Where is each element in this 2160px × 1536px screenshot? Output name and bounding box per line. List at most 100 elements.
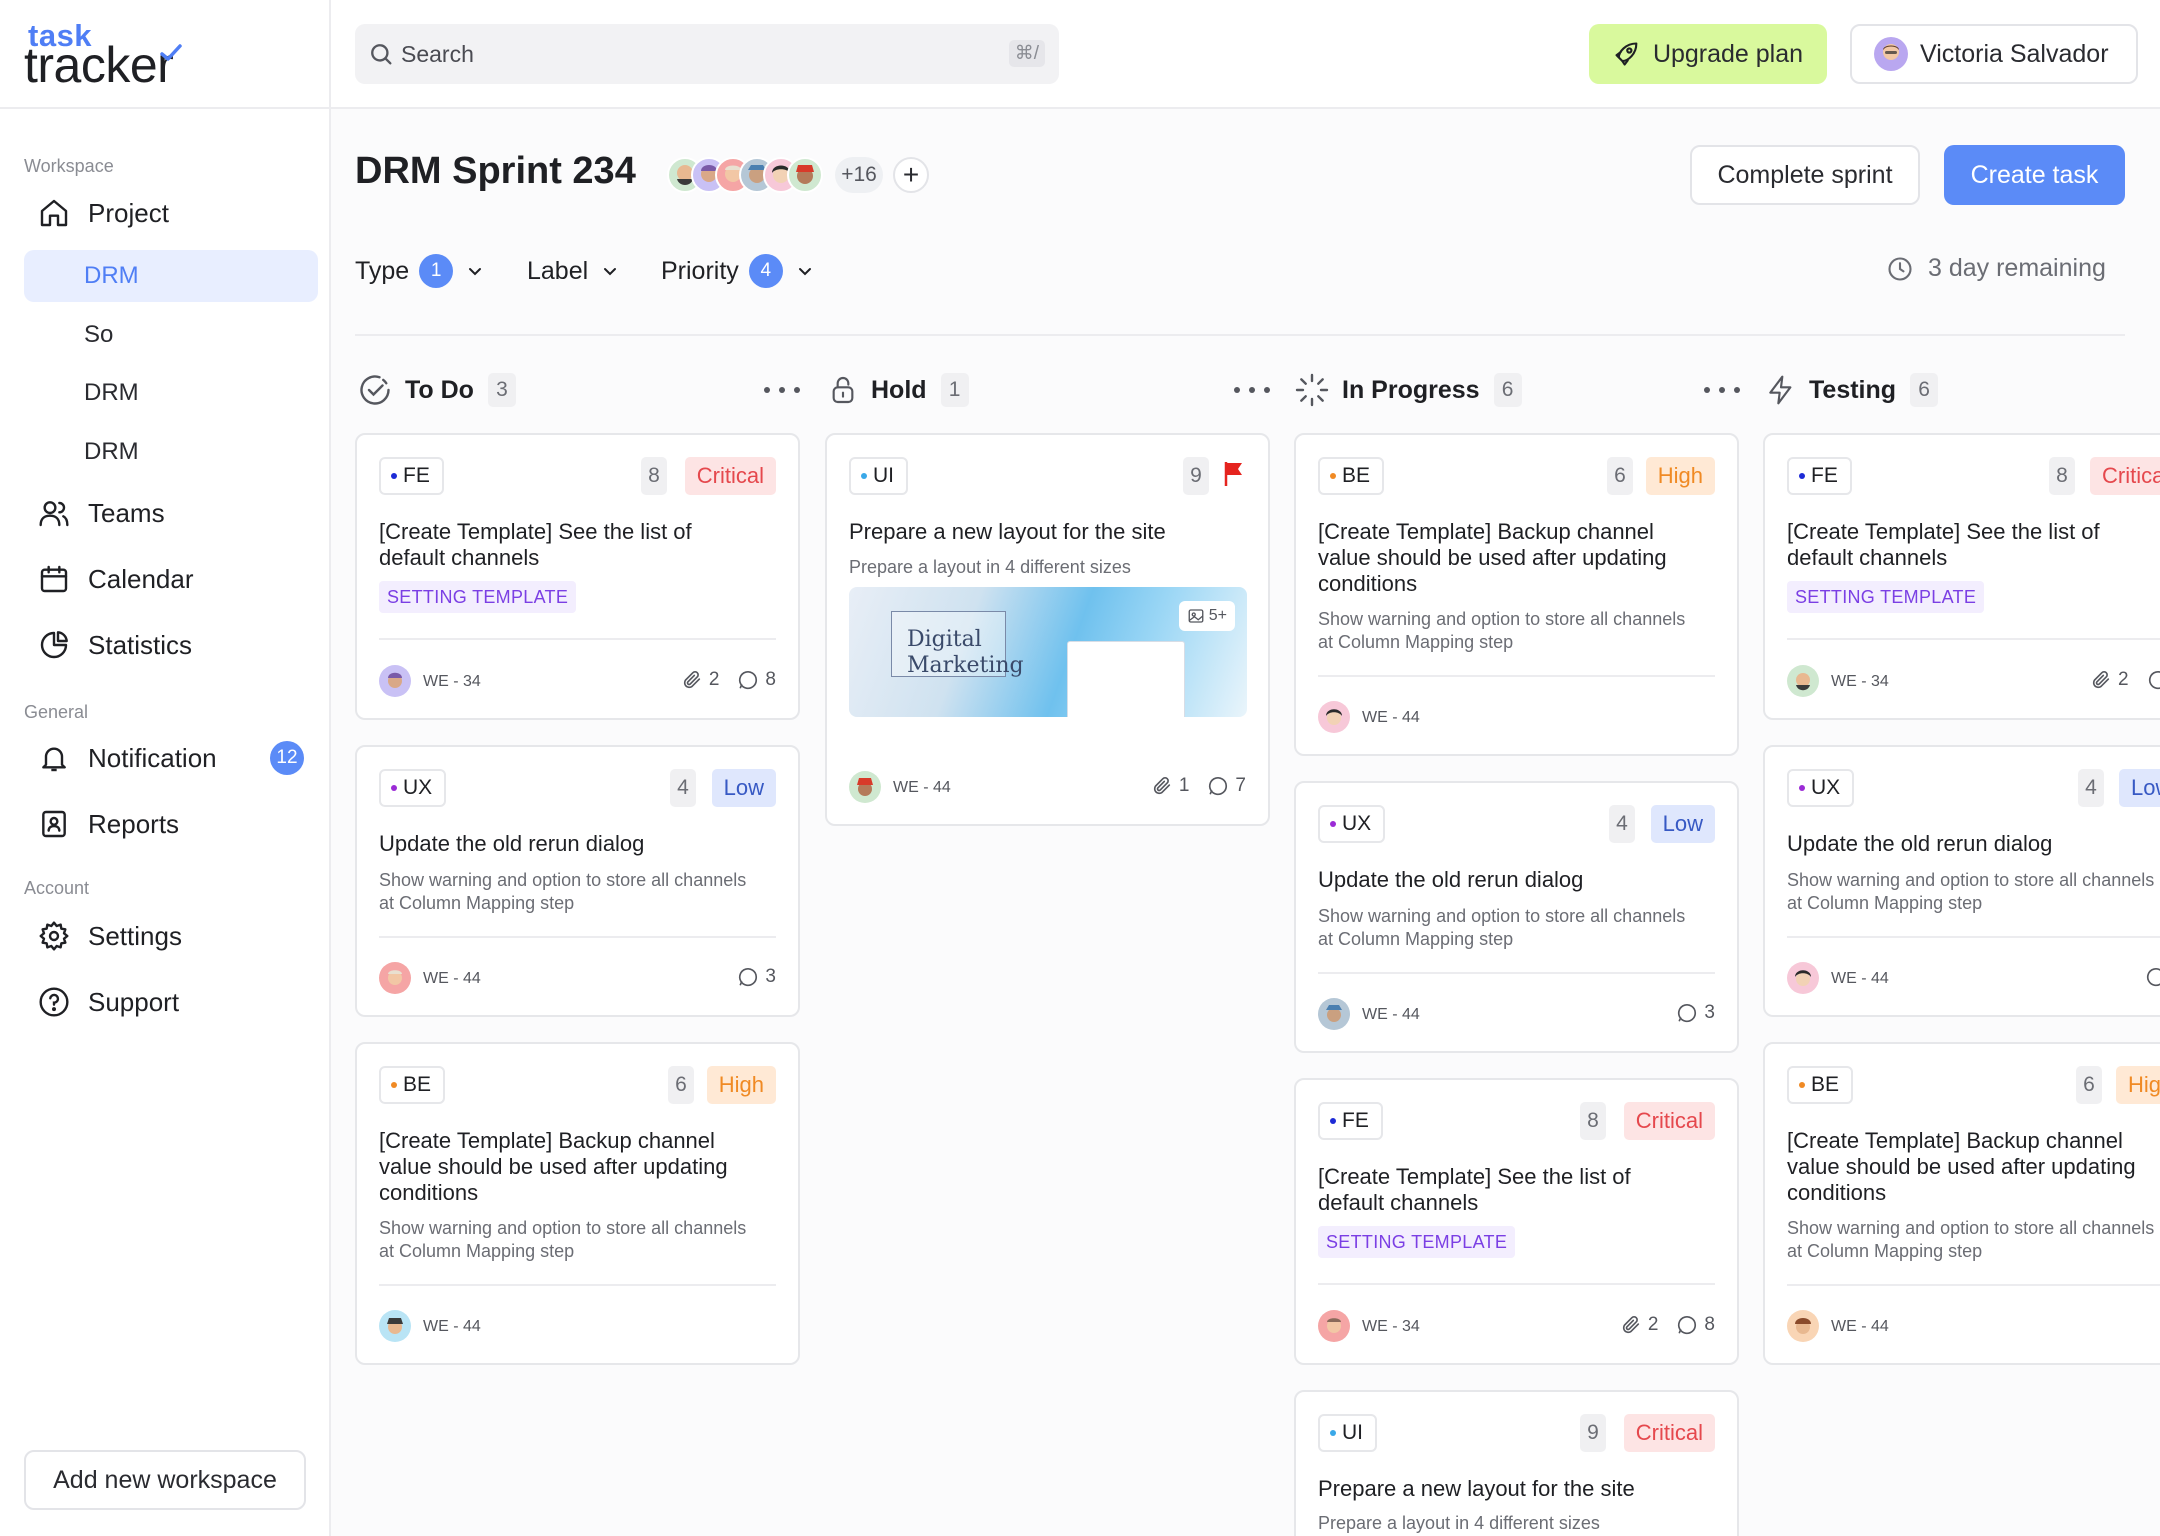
priority-badge: High	[706, 1066, 776, 1104]
user-menu-button[interactable]: Victoria Salvador	[1850, 24, 2138, 84]
member-avatars[interactable]: +16 +	[667, 155, 929, 195]
story-points: 9	[1183, 457, 1209, 495]
paperclip-icon	[1622, 1315, 1640, 1334]
task-image-preview[interactable]: Digital Marketing 5+	[849, 587, 1247, 717]
task-id: WE - 44	[423, 970, 481, 987]
add-workspace-button[interactable]: Add new workspace	[24, 1450, 306, 1510]
column-menu-icon[interactable]	[764, 380, 800, 400]
notification-count-badge: 12	[270, 741, 304, 775]
task-title: [Create Template] See the list of default…	[1787, 519, 2100, 570]
search-input[interactable]	[401, 40, 961, 68]
card-divider	[1787, 638, 2160, 640]
nav-support[interactable]: Support	[24, 976, 318, 1028]
task-tag: UI	[849, 457, 908, 495]
card-divider	[379, 936, 776, 938]
task-card[interactable]: FE 8 Critical [Create Template] See the …	[355, 433, 800, 720]
column-menu-icon[interactable]	[1704, 380, 1740, 400]
user-avatar	[1874, 37, 1908, 71]
card-meta: 1 7	[1133, 775, 1246, 797]
more-members-count[interactable]: +16	[835, 157, 883, 193]
topbar: ⌘/ Upgrade plan Victoria Salvador	[331, 0, 2160, 109]
complete-sprint-button[interactable]: Complete sprint	[1690, 145, 1920, 205]
general-label: General	[24, 702, 89, 722]
filter-label[interactable]: Label	[527, 251, 620, 291]
task-card[interactable]: FE 8 Critical [Create Template] See the …	[1294, 1078, 1739, 1365]
column-header-todo: To Do 3	[357, 370, 516, 410]
filter-priority-count: 4	[748, 254, 783, 288]
nav-project[interactable]: Project	[24, 187, 318, 239]
nav-calendar[interactable]: Calendar	[24, 553, 318, 605]
card-divider	[379, 1284, 776, 1286]
member-avatar	[787, 157, 823, 193]
task-card[interactable]: UX 4 Low Update the old rerun dialog Sho…	[1294, 781, 1739, 1053]
nav-teams[interactable]: Teams	[24, 487, 318, 539]
task-id: WE - 44	[1362, 1006, 1420, 1023]
task-card[interactable]: UX 4 Low Update the old rerun dialog Sho…	[1763, 745, 2160, 1017]
check-icon	[160, 44, 182, 61]
filter-type[interactable]: Type 1	[355, 251, 485, 291]
task-tag: UX	[379, 769, 447, 807]
card-divider	[1318, 675, 1715, 677]
task-card[interactable]: UI 9 Critical Prepare a new layout for t…	[1294, 1390, 1739, 1536]
nav-settings[interactable]: Settings	[24, 910, 318, 962]
task-card[interactable]: BE 6 High [Create Template] Backup chann…	[355, 1042, 800, 1365]
filter-priority-label: Priority	[661, 256, 739, 285]
create-task-button[interactable]: Create task	[1944, 145, 2125, 205]
image-screenshot	[1067, 641, 1185, 717]
story-points: 4	[2078, 769, 2104, 807]
story-points: 6	[668, 1066, 694, 1104]
nav-reports-label: Reports	[88, 808, 180, 839]
report-icon	[36, 806, 72, 842]
nav-statistics[interactable]: Statistics	[24, 619, 318, 671]
assignee-avatar	[1787, 665, 1819, 697]
nav-teams-label: Teams	[88, 497, 165, 528]
nav-calendar-label: Calendar	[88, 563, 194, 594]
sub-item-so[interactable]: So	[24, 309, 318, 361]
column-menu-icon[interactable]	[1234, 380, 1270, 400]
assignee-avatar	[379, 1310, 411, 1342]
task-card[interactable]: FE 8 Critical [Create Template] See the …	[1763, 433, 2160, 720]
task-description: Prepare a layout in 4 different sizes	[849, 557, 1131, 577]
task-title: [Create Template] Backup channel value sh…	[1318, 519, 1667, 596]
add-member-button[interactable]: +	[893, 157, 929, 193]
nav-reports[interactable]: Reports	[24, 798, 318, 850]
sidebar: task tracker Workspace Project DRM So DR…	[0, 0, 331, 1536]
attachment-count: 2	[1647, 1314, 1659, 1335]
nav-notification[interactable]: Notification 12	[24, 732, 318, 784]
task-title: [Create Template] See the list of default…	[1318, 1164, 1631, 1215]
task-card[interactable]: UX 4 Low Update the old rerun dialog Sho…	[355, 745, 800, 1017]
task-card[interactable]: BE 6 High [Create Template] Backup chann…	[1763, 1042, 2160, 1365]
app-logo[interactable]: task tracker	[24, 18, 224, 93]
column-count: 6	[1910, 373, 1939, 407]
column-header-in-progress: In Progress 6	[1294, 370, 1522, 410]
sub-item-drm-2[interactable]: DRM	[24, 367, 318, 419]
column-count: 6	[1493, 373, 1522, 407]
card-divider	[1318, 972, 1715, 974]
column-count: 1	[940, 373, 969, 407]
paperclip-icon	[683, 670, 701, 689]
task-card[interactable]: UI 9 Prepare a new layout for the site P…	[825, 433, 1270, 826]
story-points: 6	[1607, 457, 1633, 495]
rocket-icon	[1615, 42, 1638, 66]
assignee-avatar	[1787, 1310, 1819, 1342]
filter-priority[interactable]: Priority 4	[661, 251, 815, 291]
card-meta: 2 8	[663, 669, 776, 691]
task-description: Show warning and option to store all cha…	[1787, 1218, 2155, 1261]
story-points: 8	[1580, 1102, 1606, 1140]
story-points: 4	[1609, 805, 1635, 843]
card-meta: 3	[1658, 1002, 1715, 1024]
sub-item-drm-1[interactable]: DRM	[24, 250, 318, 302]
label-chip: SETTING TEMPLATE	[1787, 581, 1985, 613]
pie-chart-icon	[36, 627, 72, 663]
assignee-avatar	[379, 665, 411, 697]
card-meta: 3	[719, 966, 776, 988]
user-name: Victoria Salvador	[1920, 39, 2109, 68]
task-id: WE - 34	[423, 673, 481, 690]
sub-item-drm-3[interactable]: DRM	[24, 426, 318, 478]
help-icon	[36, 984, 72, 1020]
comment-icon	[1209, 777, 1228, 796]
search-box[interactable]: ⌘/	[355, 24, 1059, 84]
task-card[interactable]: BE 6 High [Create Template] Backup chann…	[1294, 433, 1739, 756]
upgrade-plan-button[interactable]: Upgrade plan	[1589, 24, 1827, 84]
task-id: WE - 34	[1362, 1318, 1420, 1335]
